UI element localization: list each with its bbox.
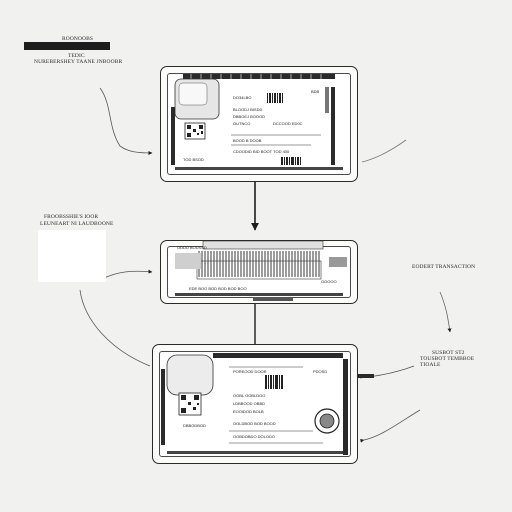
card-middle-field-2: EDE BOO BOD BOD BOD BOO	[189, 286, 247, 291]
card-bottom-field-2: PDOSD	[313, 369, 328, 374]
connector-box-card2	[103, 269, 153, 279]
label-mid-left-1: FROOBSSHIE'S IOOR	[44, 214, 99, 220]
card-bottom-field-6: DBBODBOD	[183, 423, 206, 428]
label-top-left-1: ROONOOBS	[62, 36, 94, 42]
card-top-field-2: DO34LBO	[233, 95, 252, 100]
card-top-field-8: CDOODID BID BOOT TOD 400	[233, 149, 290, 154]
card-top-field-7: BOOD B DOOB	[233, 138, 262, 143]
label-bar	[24, 42, 110, 50]
card-top-field-6: DCCOOD ED0C	[273, 121, 303, 126]
card-bottom-field-5: EOOIDOD BOLB	[233, 409, 264, 414]
connector-card1-right	[361, 139, 407, 163]
card-top: BDB DO34LBO BLOODJ BISDD DBBOEJ BOOOD OU…	[160, 66, 358, 182]
card-bottom: POREOOD DOOR PDOSD OOBL OOBLDOO LDBBOOD …	[152, 344, 358, 464]
card-bottom-field-8: OOBDOBDO DOLODO	[233, 434, 276, 439]
card-top-graphics	[171, 74, 343, 170]
card-bottom-field-7: OOLDBOD BOD BOOD	[233, 421, 276, 426]
card-bottom-field-4: LDBBOOD OBBD	[233, 401, 266, 406]
card-middle: ODDD BODSSD EDE BOO BOD BOD BOD BOO OOOO…	[160, 240, 358, 304]
card-top-field-1: BDB	[311, 89, 320, 94]
connector-card3-bottom	[360, 409, 421, 443]
label-bottom-right-3: TIOALE	[420, 362, 441, 368]
flow-diagram: ROONOOBS TEDIC NUREBERSHEY TAANE JNBOOBR…	[0, 0, 512, 512]
card-middle-graphics	[175, 241, 347, 301]
placeholder-box	[38, 230, 106, 282]
connector-left-card3	[79, 289, 151, 367]
card-bottom-field-1: POREOOD DOOR	[233, 369, 267, 374]
card-top-field-4: DBBOEJ BOOOD	[233, 114, 266, 119]
label-mid-left-2: LEUNEART NI LAUDBOONE	[40, 221, 114, 227]
card-middle-field-1: ODDD BODSSD	[177, 245, 207, 250]
card-top-field-9: TOD BSOD	[183, 157, 204, 162]
card-middle-field-3: OOOOO	[321, 279, 337, 284]
card-top-field-3: BLOODJ BISDD	[233, 107, 263, 112]
card-bottom-field-3: OOBL OOBLDOO	[233, 393, 266, 398]
label-mid-right-1: EODERT TRANSACTION	[412, 264, 476, 270]
connector-topleft	[99, 87, 153, 155]
label-top-left-3: NUREBERSHEY TAANE JNBOOBR	[34, 59, 123, 65]
card-top-field-5: OUTNCO	[233, 121, 251, 126]
connector-right-annot	[439, 291, 452, 333]
